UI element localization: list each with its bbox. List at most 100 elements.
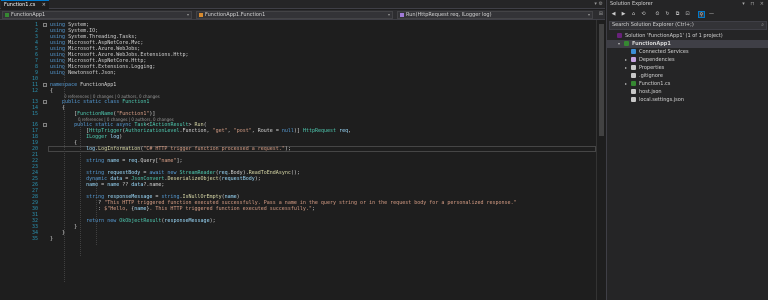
tree-item[interactable]: ▸ Function1.cs xyxy=(607,80,768,88)
solution-explorer-title-bar: Solution Explorer ▾ ⊓ × xyxy=(607,0,768,8)
code-line[interactable]: } xyxy=(50,236,53,242)
code-token: $"Hello, xyxy=(104,206,132,212)
panel-window-buttons[interactable]: ▾ ⊓ × xyxy=(742,0,766,8)
code-token: name xyxy=(107,182,120,188)
collapse-region-icon[interactable]: − xyxy=(43,23,47,27)
scrollbar-thumb[interactable] xyxy=(599,24,604,136)
search-icon[interactable]: ⌕ xyxy=(761,22,764,29)
code-token: ILogger xyxy=(86,134,108,140)
line-number: 35 xyxy=(31,236,38,242)
code-line[interactable]: string name = req.Query["name"]; xyxy=(50,158,182,164)
tree-item[interactable]: host.json xyxy=(607,88,768,96)
vertical-scrollbar[interactable] xyxy=(596,20,605,300)
code-token: Function1 xyxy=(122,99,150,105)
tree-item[interactable]: ▸ Properties xyxy=(607,64,768,72)
sync-icon[interactable]: ↻ xyxy=(664,11,671,18)
code-line[interactable]: { xyxy=(50,88,53,94)
code-token: string xyxy=(86,158,105,164)
code-token: = xyxy=(119,158,129,164)
home-icon[interactable]: ⌂ xyxy=(630,11,637,18)
preview-icon[interactable]: — xyxy=(708,11,715,18)
code-token: . This HTTP triggered function executed … xyxy=(149,206,312,212)
tree-item-label: Function1.cs xyxy=(639,81,671,87)
split-icon[interactable]: ⊞ xyxy=(599,11,603,17)
project-dropdown-label: FunctionApp1 xyxy=(11,12,46,18)
collapse-region-icon[interactable]: − xyxy=(43,123,47,127)
tree-item-label: Solution 'FunctionApp1' (1 of 1 project) xyxy=(625,33,723,39)
tree-item[interactable]: ▸ Dependencies xyxy=(607,56,768,64)
csharp-project-icon xyxy=(5,13,9,17)
tab-overflow-icons[interactable]: ▾ ⚙ xyxy=(594,0,603,9)
code-token: ; xyxy=(311,206,315,212)
code-line[interactable]: namespace FunctionApp1 xyxy=(50,82,116,88)
tab-function1-cs[interactable]: Function1.cs × xyxy=(1,0,49,9)
chevron-down-icon: ▾ xyxy=(186,12,189,17)
member-dropdown[interactable]: Run(HttpRequest req, ILogger log) ▾ xyxy=(397,11,593,19)
solution-icon xyxy=(617,33,622,38)
code-token: requestBody xyxy=(221,176,255,182)
pending-changes-icon[interactable]: ⏲ xyxy=(654,11,661,18)
connected-services-icon xyxy=(631,49,636,54)
project-dropdown[interactable]: FunctionApp1 ▾ xyxy=(2,11,192,19)
tree-item[interactable]: local.settings.json xyxy=(607,96,768,104)
code-token: "C# HTTP trigger function processed a re… xyxy=(143,146,285,152)
indent-guide xyxy=(96,180,97,245)
json-file-icon xyxy=(631,97,636,102)
csharp-project-icon xyxy=(624,41,629,46)
class-icon xyxy=(199,13,203,17)
method-icon xyxy=(400,13,404,17)
tree-item-label: host.json xyxy=(639,89,662,95)
wrench-icon xyxy=(631,65,636,70)
member-dropdown-label: Run(HttpRequest req, ILogger log) xyxy=(406,12,492,18)
tab-label: Function1.cs xyxy=(4,2,36,8)
code-line[interactable]: log.LogInformation("C# HTTP trigger func… xyxy=(50,146,291,152)
code-token: using xyxy=(50,70,66,76)
code-token: LogInformation xyxy=(98,146,141,152)
tree-item-label: Dependencies xyxy=(639,57,675,63)
code-token: name xyxy=(134,206,147,212)
code-token: { xyxy=(50,88,54,94)
close-icon[interactable]: × xyxy=(42,1,46,9)
search-placeholder: Search Solution Explorer (Ctrl+;) xyxy=(612,22,694,28)
class-dropdown-label: FunctionApp1.Function1 xyxy=(205,12,266,18)
code-token: ) xyxy=(119,134,123,140)
code-token: log xyxy=(110,134,120,140)
back-icon[interactable]: ◀ xyxy=(610,11,617,18)
code-line[interactable]: : $"Hello, {name}. This HTTP triggered f… xyxy=(50,206,315,212)
code-area[interactable]: using System; using System.IO; using Syste… xyxy=(48,20,596,300)
tree-item-label: Properties xyxy=(639,65,665,71)
code-token: , xyxy=(348,128,352,134)
code-token: Newtonsoft.Json; xyxy=(65,70,117,76)
code-token: ]; xyxy=(176,158,183,164)
code-token: ?.name; xyxy=(143,182,165,188)
indent-guide xyxy=(64,50,65,282)
code-token: ); xyxy=(254,176,261,182)
code-token: AuthorizationLevel xyxy=(125,128,180,134)
properties-icon[interactable]: ⚲ xyxy=(698,11,705,18)
code-token: FunctionApp1 xyxy=(77,82,117,88)
tree-item[interactable]: Connected Services xyxy=(607,48,768,56)
code-token: .Query[ xyxy=(137,158,159,164)
code-line[interactable]: using Newtonsoft.Json; xyxy=(50,70,116,76)
tree-item-label: Connected Services xyxy=(639,49,689,55)
show-all-files-icon[interactable]: ⊡ xyxy=(684,11,691,18)
forward-icon[interactable]: ▶ xyxy=(620,11,627,18)
tree-item[interactable]: Solution 'FunctionApp1' (1 of 1 project) xyxy=(607,32,768,40)
solution-explorer-panel: Solution Explorer ▾ ⊓ × ◀ ▶ ⌂ ⟲ ⏲ ↻ ⧉ ⊡ ⚲ — Searc… xyxy=(606,0,768,300)
switch-views-icon[interactable]: ⟲ xyxy=(640,11,647,18)
line-number-gutter: 1−2 3 4 5 6 7 8 9 10 11−12 13−14 15 16−17 18 19 20 21 22 2… xyxy=(0,20,48,300)
collapse-region-icon[interactable]: − xyxy=(43,83,47,87)
code-token: data xyxy=(131,182,144,188)
tree-item-label: FunctionApp1 xyxy=(632,41,671,47)
tree-item[interactable]: .gitignore xyxy=(607,72,768,80)
tree-item[interactable]: ▾ FunctionApp1 xyxy=(607,40,768,48)
tree-item-label: local.settings.json xyxy=(639,97,684,103)
code-token: responseMessage xyxy=(164,218,210,224)
class-dropdown[interactable]: FunctionApp1.Function1 ▾ xyxy=(196,11,393,19)
code-token: ); xyxy=(284,146,291,152)
solution-explorer-toolbar: ◀ ▶ ⌂ ⟲ ⏲ ↻ ⧉ ⊡ ⚲ — xyxy=(607,9,768,20)
search-input[interactable]: Search Solution Explorer (Ctrl+;) ⌕ xyxy=(609,21,767,30)
code-line[interactable]: name = name ?? data?.name; xyxy=(50,182,164,188)
collapse-all-icon[interactable]: ⧉ xyxy=(674,11,681,18)
collapse-region-icon[interactable]: − xyxy=(43,100,47,104)
